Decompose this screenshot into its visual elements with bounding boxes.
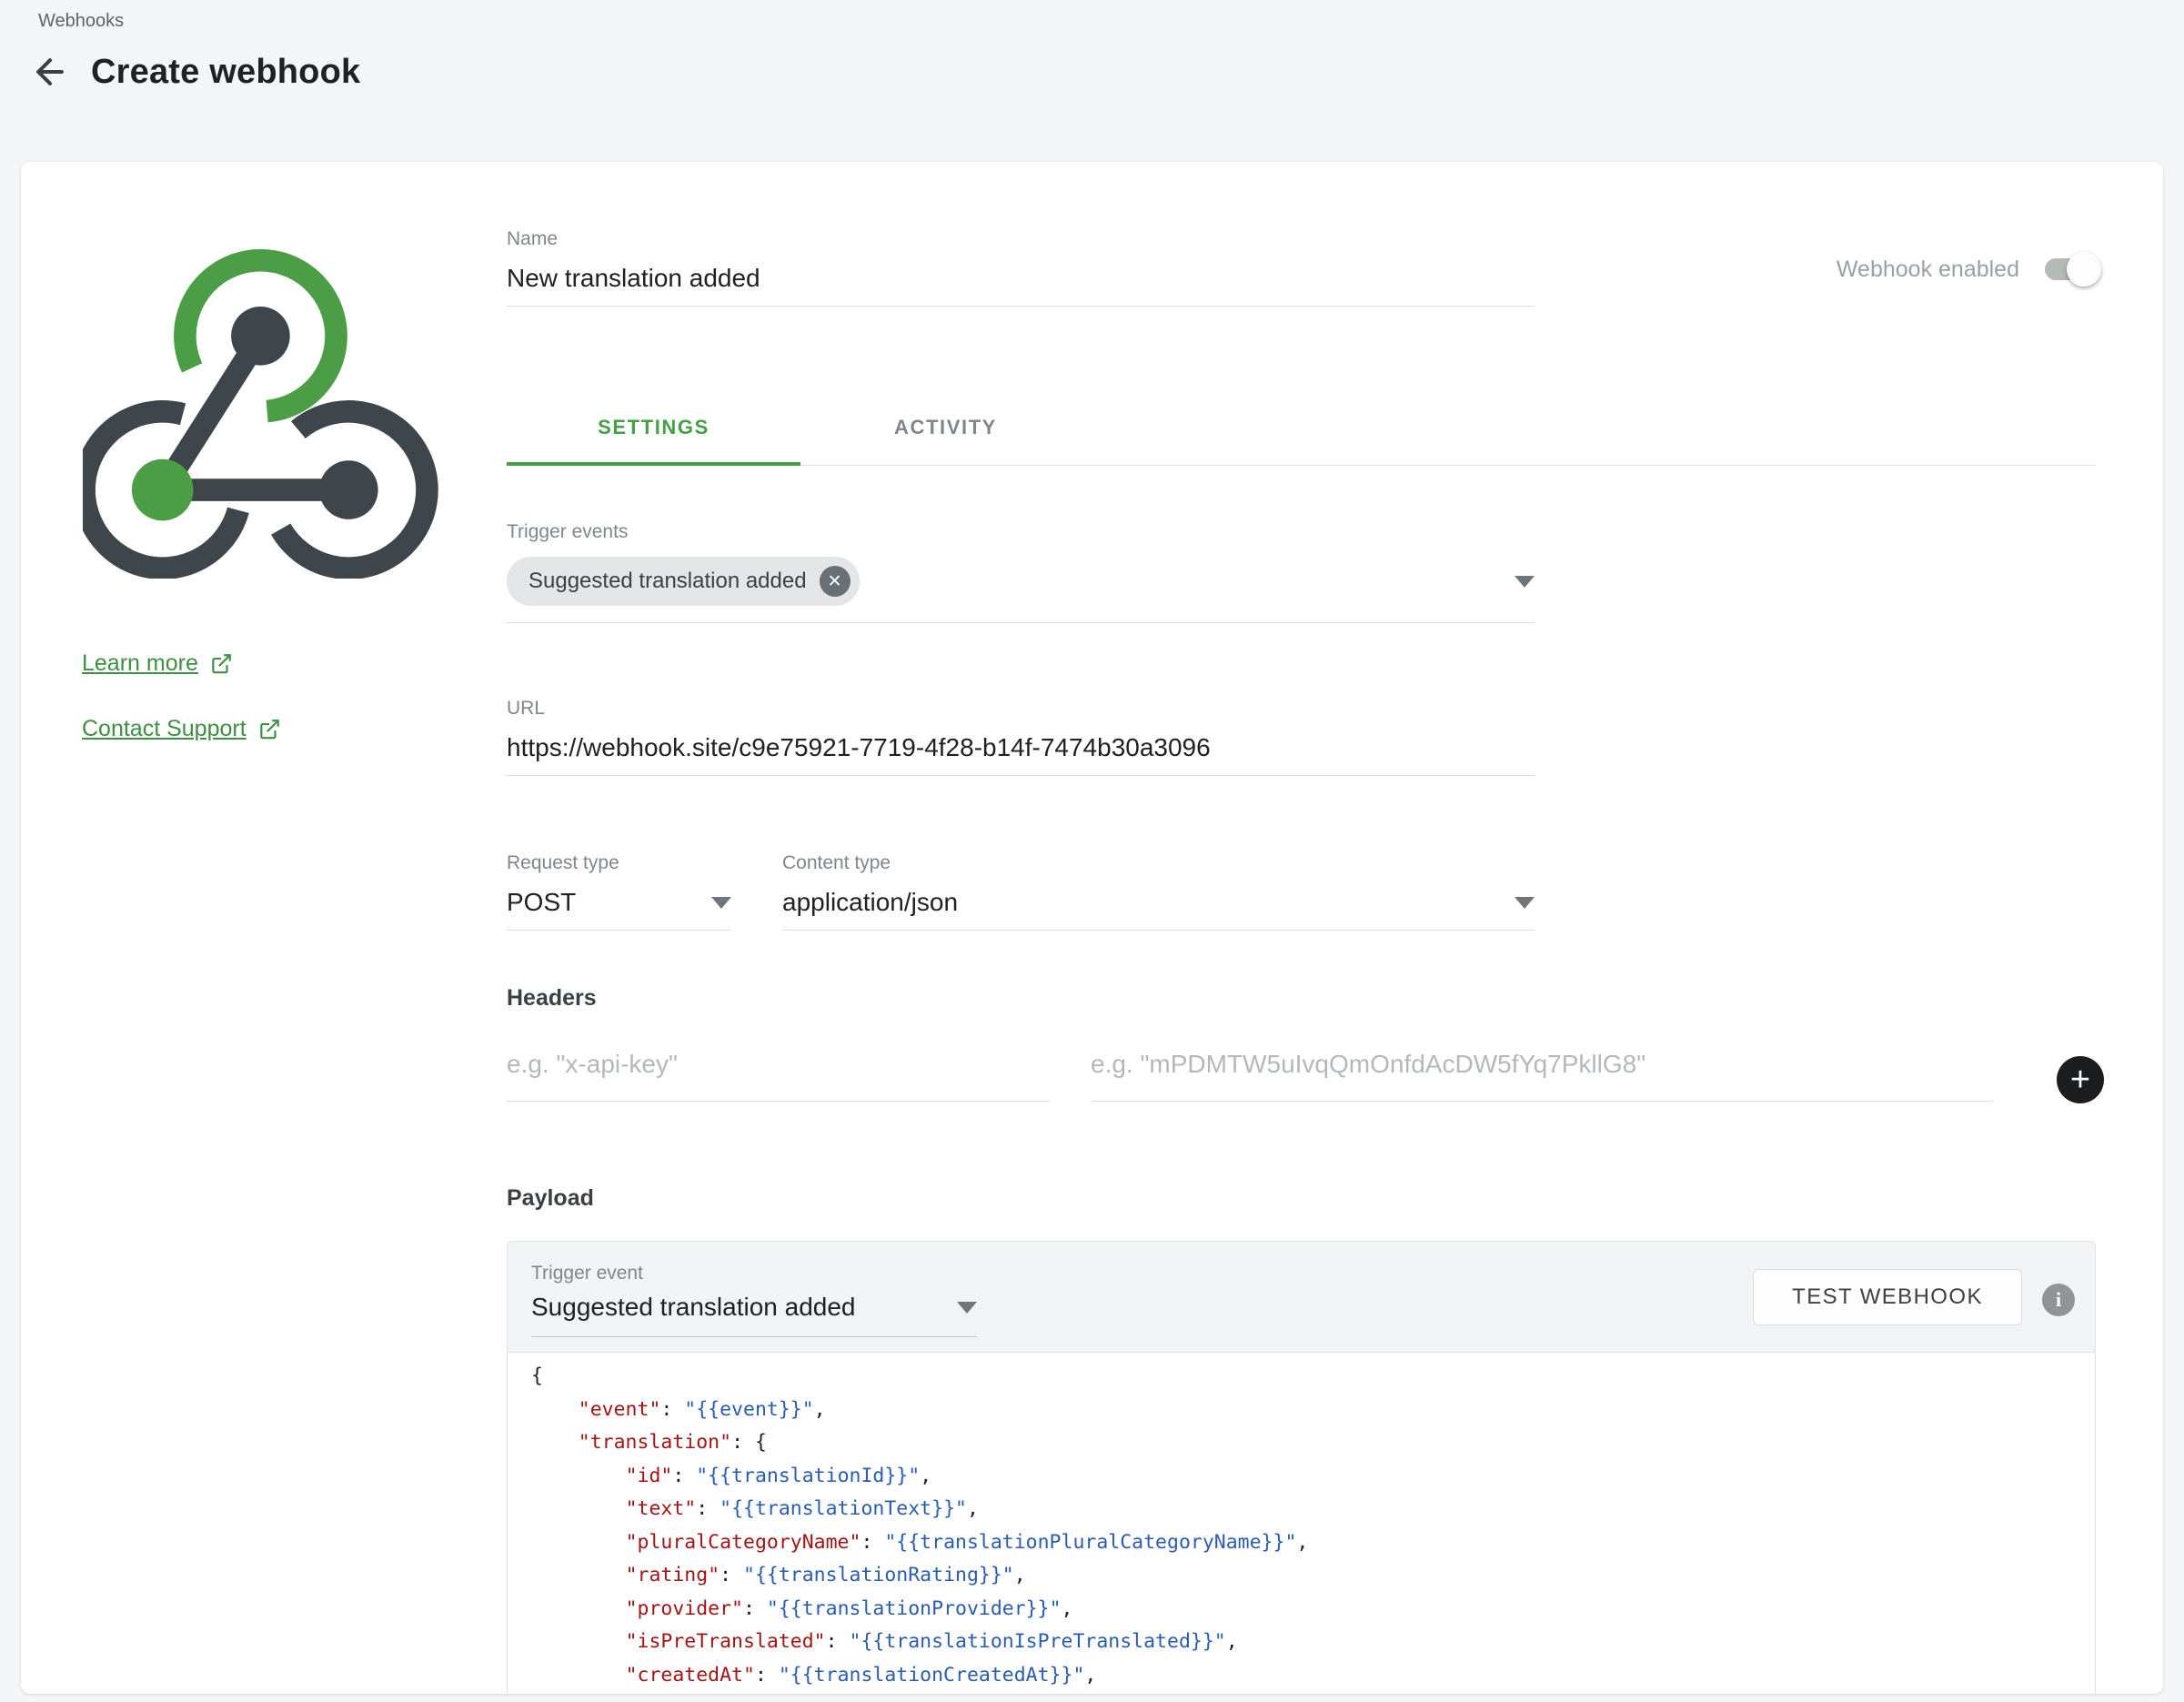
payload-code-line: { — [531, 1360, 2095, 1394]
url-field-group: URL — [507, 697, 1535, 776]
payload-code-line: "translation": { — [531, 1426, 2095, 1460]
chevron-down-icon — [711, 897, 731, 909]
name-label: Name — [507, 227, 1535, 251]
tab-bar: SETTINGS ACTIVITY — [507, 389, 2096, 466]
payload-toolbar: Trigger event Suggested translation adde… — [508, 1242, 2095, 1353]
toggle-knob — [2067, 252, 2101, 287]
webhook-logo-icon — [83, 235, 447, 579]
name-input[interactable] — [507, 262, 1535, 307]
name-field-group: Name — [507, 227, 1535, 307]
back-arrow-icon — [30, 52, 70, 92]
webhook-enabled-toggle[interactable] — [2045, 258, 2098, 280]
trigger-events-select[interactable]: Suggested translation added ✕ — [507, 557, 1535, 623]
payload-code-line: "provider": "{{translationProvider}}", — [531, 1593, 2095, 1626]
request-type-field: Request type POST — [507, 851, 731, 931]
contact-support-link[interactable]: Contact Support — [82, 716, 281, 742]
add-header-button[interactable]: + — [2057, 1056, 2104, 1103]
payload-code-editor[interactable]: { "event": "{{event}}", "translation": {… — [508, 1353, 2095, 1692]
payload-code-line: "rating": "{{translationRating}}", — [531, 1559, 2095, 1593]
payload-code-line: "pluralCategoryName": "{{translationPlur… — [531, 1526, 2095, 1560]
learn-more-label: Learn more — [82, 650, 198, 677]
payload-code-line: "isPreTranslated": "{{translationIsPreTr… — [531, 1626, 2095, 1659]
tab-settings[interactable]: SETTINGS — [507, 389, 800, 465]
chip-label: Suggested translation added — [528, 569, 807, 594]
payload-trigger-event-value: Suggested translation added — [531, 1291, 856, 1324]
headers-section-title: Headers — [507, 985, 597, 1012]
test-webhook-button[interactable]: TEST WEBHOOK — [1753, 1269, 2022, 1325]
payload-code-line: "event": "{{event}}", — [531, 1394, 2095, 1427]
chip-remove-icon[interactable]: ✕ — [820, 566, 850, 597]
trigger-events-field: Trigger events Suggested translation add… — [507, 520, 1535, 623]
trigger-event-chip: Suggested translation added ✕ — [507, 557, 860, 606]
payload-editor: Trigger event Suggested translation adde… — [507, 1241, 2096, 1694]
plus-icon: + — [2070, 1062, 2090, 1097]
header-key-input[interactable] — [507, 1048, 1050, 1102]
info-icon[interactable]: i — [2042, 1284, 2075, 1316]
header-value-input[interactable] — [1091, 1048, 1993, 1102]
url-input[interactable] — [507, 731, 1535, 776]
contact-support-label: Contact Support — [82, 716, 247, 742]
request-type-value: POST — [507, 886, 576, 919]
chevron-down-icon — [957, 1302, 977, 1314]
tab-activity[interactable]: ACTIVITY — [800, 389, 1091, 465]
content-type-select[interactable]: application/json — [782, 886, 1535, 931]
breadcrumb[interactable]: Webhooks — [38, 11, 124, 32]
trigger-events-label: Trigger events — [507, 520, 1535, 544]
back-button[interactable] — [27, 49, 73, 95]
external-link-icon — [257, 718, 281, 741]
url-label: URL — [507, 697, 1535, 720]
payload-code-line: "createdAt": "{{translationCreatedAt}}", — [531, 1659, 2095, 1693]
external-link-icon — [209, 652, 233, 676]
webhook-enabled-row: Webhook enabled — [1837, 249, 2098, 289]
webhook-enabled-label: Webhook enabled — [1837, 257, 2019, 283]
content-type-field: Content type application/json — [782, 851, 1535, 931]
chevron-down-icon — [1515, 897, 1535, 909]
content-type-label: Content type — [782, 851, 1535, 875]
payload-trigger-event-select[interactable]: Suggested translation added — [531, 1291, 977, 1337]
request-type-select[interactable]: POST — [507, 886, 731, 931]
page-header: Create webhook — [27, 49, 360, 95]
request-type-label: Request type — [507, 851, 731, 875]
payload-code-line: "id": "{{translationId}}", — [531, 1460, 2095, 1494]
payload-trigger-event-label: Trigger event — [531, 1262, 643, 1285]
payload-section-title: Payload — [507, 1185, 594, 1212]
payload-code-line: "text": "{{translationText}}", — [531, 1493, 2095, 1526]
page-title: Create webhook — [91, 53, 360, 92]
learn-more-link[interactable]: Learn more — [82, 650, 233, 677]
content-type-value: application/json — [782, 886, 958, 919]
create-webhook-card: Learn more Contact Support Name Webhook … — [21, 162, 2163, 1694]
chevron-down-icon — [1515, 576, 1535, 588]
